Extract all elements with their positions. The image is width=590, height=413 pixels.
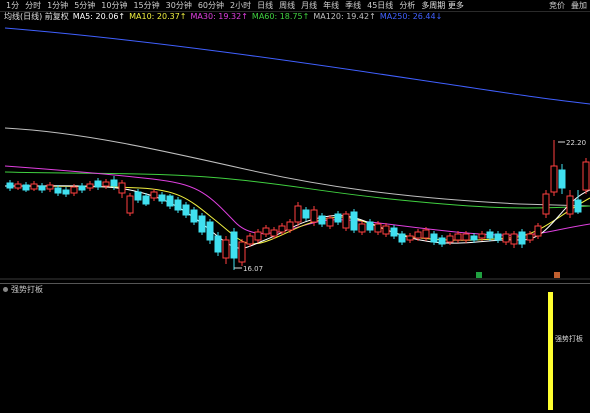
candle-body xyxy=(406,235,414,241)
candle-body xyxy=(382,225,390,235)
candle-body xyxy=(558,169,566,189)
candle-body xyxy=(550,165,558,193)
candle-body xyxy=(46,184,54,190)
candle-body xyxy=(222,239,230,259)
candle-body xyxy=(262,227,270,235)
candle-body xyxy=(494,233,502,241)
event-marker-icon xyxy=(554,272,560,278)
candle-body xyxy=(462,233,470,241)
candle-body xyxy=(6,182,14,189)
signal-label: 强势打板 xyxy=(555,334,583,343)
price-chart[interactable]: 22.20 16.07 xyxy=(0,0,590,283)
indicator-toggle-icon[interactable] xyxy=(3,287,8,292)
candle-body xyxy=(350,211,358,231)
candle-body xyxy=(510,233,518,245)
indicator-title: 强势打板 xyxy=(11,285,43,294)
candle-body xyxy=(14,183,22,189)
candle-body xyxy=(94,180,102,188)
candle-body xyxy=(118,182,126,194)
candle-body xyxy=(518,231,526,245)
candle-body xyxy=(54,187,62,194)
signal-bar xyxy=(548,292,553,410)
candle-body xyxy=(582,161,590,191)
candle-body xyxy=(342,213,350,229)
candle-body xyxy=(150,191,158,199)
candle-body xyxy=(286,221,294,231)
candle-body xyxy=(430,233,438,243)
candle-body xyxy=(254,231,262,241)
ma250-line xyxy=(4,27,590,105)
candle-body xyxy=(526,233,534,241)
candle-body xyxy=(270,229,278,237)
candle-body xyxy=(246,235,254,245)
low-price-label: 16.07 xyxy=(243,265,263,273)
candle-body xyxy=(566,195,574,215)
candle-body xyxy=(30,183,38,190)
candle-body xyxy=(446,235,454,243)
candle-body xyxy=(534,225,542,237)
candle-body xyxy=(374,223,382,233)
candle-body xyxy=(86,183,94,189)
candle-body xyxy=(358,223,366,233)
candle-body xyxy=(318,215,326,225)
candle-body xyxy=(70,186,78,194)
candle-body xyxy=(126,195,134,214)
candle-body xyxy=(574,199,582,213)
candle-body xyxy=(366,221,374,231)
candle-body xyxy=(398,233,406,243)
ma120-line xyxy=(4,127,590,207)
candle-body xyxy=(174,199,182,211)
candle-body xyxy=(414,231,422,239)
high-price-label: 22.20 xyxy=(566,139,586,147)
candle-body xyxy=(302,209,310,219)
candle-body xyxy=(238,241,246,263)
candle-body xyxy=(278,225,286,233)
candle-body xyxy=(206,221,214,241)
candle-body xyxy=(214,235,222,253)
candle-body xyxy=(230,231,238,259)
candle-body xyxy=(102,181,110,187)
candle-body xyxy=(470,235,478,241)
candle-body xyxy=(134,191,142,201)
candle-body xyxy=(142,195,150,205)
candle-body xyxy=(542,193,550,215)
candle-body xyxy=(62,189,70,195)
candle-body xyxy=(310,209,318,223)
candle-body xyxy=(22,184,30,191)
candle-body xyxy=(454,233,462,241)
candle-body xyxy=(390,227,398,237)
candle-body xyxy=(198,215,206,233)
candle-body xyxy=(486,231,494,239)
candle-body xyxy=(478,233,486,239)
candle-body xyxy=(166,195,174,207)
candle-body xyxy=(190,209,198,223)
event-marker-icon xyxy=(476,272,482,278)
candle-body xyxy=(294,205,302,223)
candle-body xyxy=(38,185,46,191)
candle-body xyxy=(502,233,510,243)
candle-body xyxy=(422,229,430,239)
candle-body xyxy=(182,204,190,216)
indicator-header: 强势打板 xyxy=(0,283,590,295)
candle-body xyxy=(158,194,166,202)
candle-body xyxy=(438,237,446,245)
candle-body xyxy=(110,179,118,187)
candle-body xyxy=(334,213,342,223)
candle-body xyxy=(78,185,86,191)
candle-body xyxy=(326,217,334,227)
